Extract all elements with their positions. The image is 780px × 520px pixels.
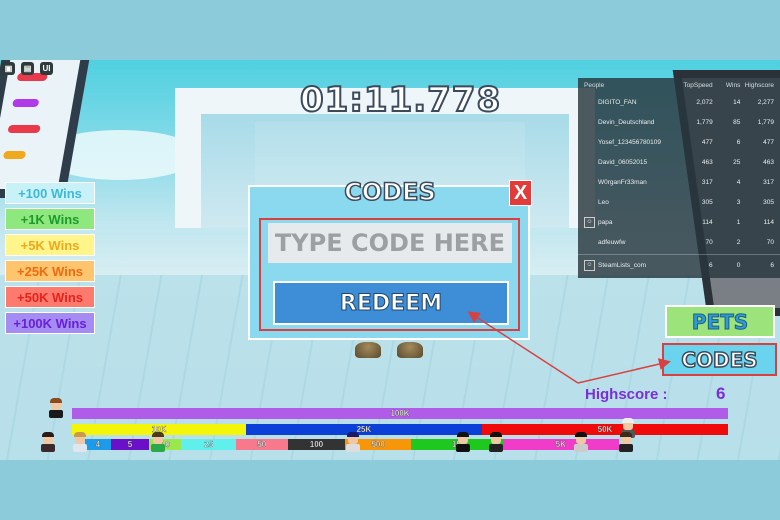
player-avatar: [488, 432, 504, 452]
header-people: People: [584, 81, 605, 89]
player-foot-left: [355, 342, 381, 358]
wins-purchase-list: +100 Wins +1K Wins +5K Wins +25K Wins +5…: [5, 182, 95, 334]
progress-segment-25k: 25K: [245, 424, 482, 435]
redeem-button[interactable]: REDEEM: [273, 281, 509, 325]
player-name: Devin_Deutschland: [598, 118, 655, 126]
player-highscore: 2,277: [757, 98, 775, 106]
player-wins: 2: [736, 238, 741, 246]
progress-segment-50: 50: [236, 439, 288, 450]
player-avatar: [618, 432, 634, 452]
leaderboard-header: People TopSpeed Wins Highscore: [578, 78, 780, 92]
left-scoreboard-sign: [0, 60, 92, 198]
player-foot-right: [397, 342, 423, 358]
player-topspeed: 317: [701, 178, 713, 186]
leaderboard-row[interactable]: Yosef_123456780109 477 6 477: [578, 132, 780, 152]
player-avatar: [40, 432, 56, 452]
header-wins: Wins: [725, 81, 741, 89]
player-wins: 85: [733, 118, 741, 126]
player-highscore: 1,779: [757, 118, 775, 126]
player-wins: 3: [736, 198, 741, 206]
header-highscore: Highscore: [744, 81, 774, 89]
player-topspeed: 70: [705, 238, 713, 246]
player-name: David_06052015: [598, 158, 648, 166]
player-name: Yosef_123456780109: [598, 138, 662, 146]
player-highscore: 305: [763, 198, 775, 206]
player-topspeed: 6: [709, 261, 713, 269]
code-input[interactable]: [268, 223, 512, 263]
player-avatar: [72, 432, 88, 452]
leaderboard-row[interactable]: DIGITO_FAN 2,072 14 2,277: [578, 92, 780, 112]
buy-1k-wins-button[interactable]: +1K Wins: [5, 208, 95, 230]
player-name: papa: [598, 218, 613, 226]
buy-25k-wins-button[interactable]: +25K Wins: [5, 260, 95, 282]
player-leaderboard: People TopSpeed Wins Highscore DIGITO_FA…: [578, 78, 780, 278]
backpack-icon[interactable]: ▣: [2, 62, 15, 75]
player-name: Leo: [598, 198, 609, 206]
leaderboard-row[interactable]: Leo 305 3 305: [578, 192, 780, 212]
user-icon: ☺: [584, 259, 595, 271]
chat-icon[interactable]: ▤: [21, 62, 34, 75]
player-highscore: 6: [770, 261, 774, 269]
leaderboard-row[interactable]: ☺ papa 114 1 114: [578, 212, 780, 232]
player-topspeed: 114: [702, 218, 713, 226]
player-wins: 6: [736, 138, 741, 146]
race-timer: 01:11.778: [299, 79, 502, 121]
buy-100k-wins-button[interactable]: +100K Wins: [5, 312, 95, 334]
codes-dialog-title: CODES: [343, 177, 436, 207]
player-highscore: 317: [763, 178, 775, 186]
player-name: W0rganFr33man: [598, 178, 647, 186]
progress-segment-100: 100: [287, 439, 346, 450]
player-avatar: [345, 432, 361, 452]
leaderboard-row[interactable]: W0rganFr33man 317 4 317: [578, 172, 780, 192]
highscore-label: Highscore :: [585, 386, 668, 403]
player-highscore: 477: [763, 138, 775, 146]
buy-5k-wins-button[interactable]: +5K Wins: [5, 234, 95, 256]
close-button[interactable]: X: [509, 180, 532, 206]
progress-segment-25: 25: [181, 439, 237, 450]
top-toolbar: ▣ ▤ UI: [2, 62, 53, 75]
highscore-value: 6: [716, 384, 726, 403]
progress-segment-4: 4: [85, 439, 111, 450]
player-avatar: [573, 432, 589, 452]
player-wins: 1: [736, 218, 741, 226]
player-highscore: 70: [766, 238, 775, 246]
progress-segment-5k: 5K: [502, 439, 619, 450]
player-wins: 0: [736, 261, 741, 269]
player-topspeed: 1,779: [696, 118, 713, 126]
user-icon: ☺: [584, 216, 595, 228]
player-avatar: [48, 398, 64, 418]
player-topspeed: 305: [701, 198, 713, 206]
player-avatar: [455, 432, 471, 452]
progress-segment-50k: 50K: [481, 424, 728, 435]
buy-100-wins-button[interactable]: +100 Wins: [5, 182, 95, 204]
player-wins: 25: [733, 158, 741, 166]
pets-button[interactable]: PETS: [665, 305, 775, 338]
header-topspeed: TopSpeed: [683, 81, 713, 89]
player-topspeed: 2,072: [696, 98, 713, 106]
player-name: SteamLists_com: [598, 261, 647, 269]
player-avatar: [150, 432, 166, 452]
codes-button[interactable]: CODES: [662, 343, 777, 376]
player-topspeed: 463: [701, 158, 713, 166]
player-highscore: 463: [763, 158, 775, 166]
player-wins: 4: [736, 178, 741, 186]
progress-segment-5: 5: [110, 439, 150, 450]
player-wins: 14: [733, 98, 741, 106]
player-topspeed: 477: [701, 138, 713, 146]
leaderboard-self-row[interactable]: ☺ SteamLists_com 6 0 6: [578, 254, 780, 275]
player-name: DIGITO_FAN: [598, 98, 637, 106]
leaderboard-row[interactable]: David_06052015 463 25 463: [578, 152, 780, 172]
ui-toggle-icon[interactable]: UI: [40, 62, 53, 75]
leaderboard-row[interactable]: Devin_Deutschland 1,779 85 1,779: [578, 112, 780, 132]
leaderboard-row[interactable]: adfeuwfw 70 2 70: [578, 232, 780, 252]
player-name: adfeuwfw: [598, 238, 626, 246]
player-highscore: 114: [763, 218, 774, 226]
buy-50k-wins-button[interactable]: +50K Wins: [5, 286, 95, 308]
